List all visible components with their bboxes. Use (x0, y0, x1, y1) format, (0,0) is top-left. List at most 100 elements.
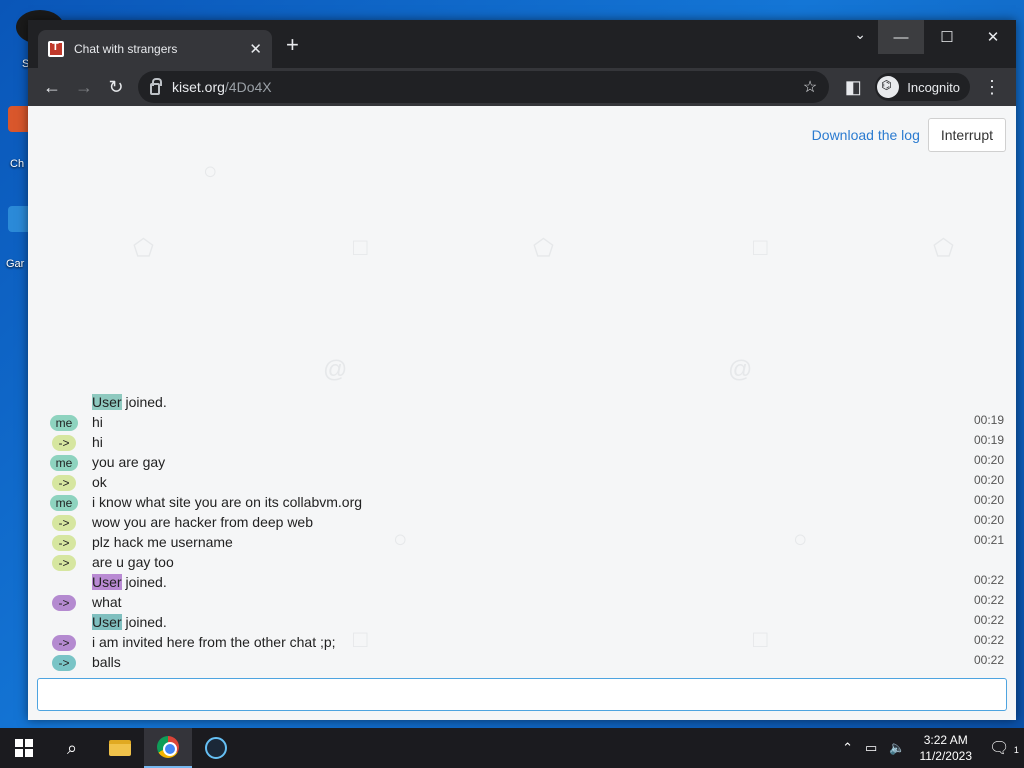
sender-badge: -> (52, 475, 76, 491)
decor-circle-icon: ○ (203, 158, 218, 185)
chat-message-row: -> i am invited here from the other chat … (28, 632, 1016, 652)
chat-message-row: User joined. 00:22 (28, 612, 1016, 632)
decor-square-icon: □ (353, 234, 368, 261)
sender-badge: -> (52, 655, 76, 671)
chat-log: User joined. me hi 00:19 -> hi 00:19 me you are … (28, 392, 1016, 672)
chat-message-row: -> what 00:22 (28, 592, 1016, 612)
clock-time: 3:22 AM (923, 733, 968, 747)
message-body: you are gay (92, 454, 166, 470)
steam-taskbar-button[interactable] (192, 728, 240, 768)
message-time: 00:22 (973, 593, 1004, 607)
sender-badge: -> (52, 435, 76, 451)
tab-strip: Chat with strangers ✕ + ⌄ — ☐ ✕ (28, 20, 1016, 68)
sender-badge: -> (52, 535, 76, 551)
tab-chat[interactable]: Chat with strangers ✕ (38, 30, 272, 68)
chat-message-row: me you are gay 00:20 (28, 452, 1016, 472)
incognito-indicator[interactable]: Incognito (875, 73, 970, 101)
message-body: balls (92, 654, 121, 670)
arrow-left-icon[interactable]: ← (36, 71, 68, 103)
arrow-right-icon[interactable]: → (68, 71, 100, 103)
address-bar[interactable]: kiset.org/4Do4X ☆ (138, 71, 830, 103)
tab-search-icon[interactable]: ⌄ (854, 26, 866, 43)
side-panel-icon[interactable]: ◧ (837, 71, 869, 103)
folder-icon (109, 740, 131, 756)
site-favicon-icon (48, 41, 64, 57)
message-text: i know what site you are on its collabvm… (92, 494, 362, 510)
notification-count: 1 (1013, 745, 1019, 755)
chrome-icon (157, 736, 179, 758)
sender-badge: me (50, 415, 78, 431)
network-icon[interactable]: ▭ (865, 740, 877, 756)
message-time: 00:20 (973, 453, 1004, 467)
interrupt-button[interactable]: Interrupt (927, 118, 1006, 152)
message-body: plz hack me username (92, 534, 233, 550)
message-time: 00:20 (973, 473, 1004, 487)
message-text: User joined. (92, 394, 167, 410)
close-window-icon[interactable]: ✕ (970, 20, 1016, 54)
message-time: 00:22 (973, 653, 1004, 667)
message-text: wow you are hacker from deep web (92, 514, 313, 530)
chat-message-row: me hi 00:19 (28, 412, 1016, 432)
kebab-menu-icon[interactable]: ⋮ (976, 71, 1008, 103)
desktop-icon-label: Ch (10, 158, 25, 170)
windows-logo-icon (15, 739, 33, 757)
browser-toolbar: ← → ↻ kiset.org/4Do4X ☆ ◧ Incognito ⋮ (28, 68, 1016, 106)
chat-message-row: -> hi 00:19 (28, 432, 1016, 452)
message-body: wow you are hacker from deep web (92, 514, 313, 530)
tab-close-icon[interactable]: ✕ (249, 40, 262, 58)
message-body: what (92, 594, 122, 610)
message-body: joined. (121, 574, 167, 590)
search-icon[interactable]: ⌕ (48, 728, 96, 768)
chat-message-row: -> ok 00:20 (28, 472, 1016, 492)
message-text: are u gay too (92, 554, 174, 570)
lock-icon[interactable] (150, 78, 162, 95)
sender-badge: -> (52, 595, 76, 611)
chat-message-row: User joined. (28, 392, 1016, 412)
message-body: joined. (121, 614, 167, 630)
user-highlight: User (92, 394, 122, 410)
message-text: what (92, 594, 122, 610)
sender-badge: -> (52, 635, 76, 651)
download-log-link[interactable]: Download the log (812, 127, 920, 143)
message-input[interactable] (38, 679, 1006, 710)
window-controls: — ☐ ✕ (878, 20, 1016, 54)
star-icon[interactable]: ☆ (803, 77, 817, 97)
decor-spiral-icon: @ (728, 356, 753, 383)
message-text: balls (92, 654, 121, 670)
message-time: 00:21 (973, 533, 1004, 547)
chat-message-row: -> are u gay too (28, 552, 1016, 572)
message-body: i know what site you are on its collabvm… (92, 494, 363, 510)
start-button[interactable] (0, 728, 48, 768)
notification-center[interactable]: 🗨 1 (984, 738, 1024, 758)
decor-pentagon-icon: ⬠ (533, 235, 554, 262)
chat-message-row: User joined. 00:22 (28, 572, 1016, 592)
message-body: ok (92, 474, 107, 490)
maximize-icon[interactable]: ☐ (924, 20, 970, 54)
decor-square-icon: □ (753, 234, 768, 261)
system-tray: ⌃ ▭ 🔈 3:22 AM 11/2/2023 🗨 1 (836, 732, 1024, 764)
url-host: kiset.org (172, 79, 225, 95)
chat-message-row: -> wow you are hacker from deep web 00:20 (28, 512, 1016, 532)
chat-message-row: -> plz hack me username 00:21 (28, 532, 1016, 552)
decor-pentagon-icon: ⬠ (133, 235, 154, 262)
clock-date: 11/2/2023 (919, 749, 973, 763)
notification-icon: 🗨 (989, 740, 1010, 757)
chrome-taskbar-button[interactable] (144, 728, 192, 768)
user-highlight: User (92, 614, 122, 630)
message-time: 00:22 (973, 573, 1004, 587)
sender-badge: -> (52, 555, 76, 571)
volume-muted-icon[interactable]: 🔈 (889, 740, 905, 756)
reload-icon[interactable]: ↻ (100, 71, 132, 103)
message-input-wrap (37, 678, 1007, 711)
url-path: /4Do4X (224, 79, 272, 95)
message-body: hi (92, 434, 103, 450)
message-time: 00:20 (973, 493, 1004, 507)
incognito-icon (877, 76, 900, 98)
minimize-icon[interactable]: — (878, 20, 924, 54)
file-explorer-button[interactable] (96, 728, 144, 768)
decor-pentagon-icon: ⬠ (933, 235, 954, 262)
new-tab-icon[interactable]: + (286, 34, 299, 56)
message-body: i am invited here from the other chat ;p… (92, 634, 336, 650)
chevron-up-icon[interactable]: ⌃ (842, 740, 853, 756)
clock[interactable]: 3:22 AM 11/2/2023 (920, 732, 973, 764)
